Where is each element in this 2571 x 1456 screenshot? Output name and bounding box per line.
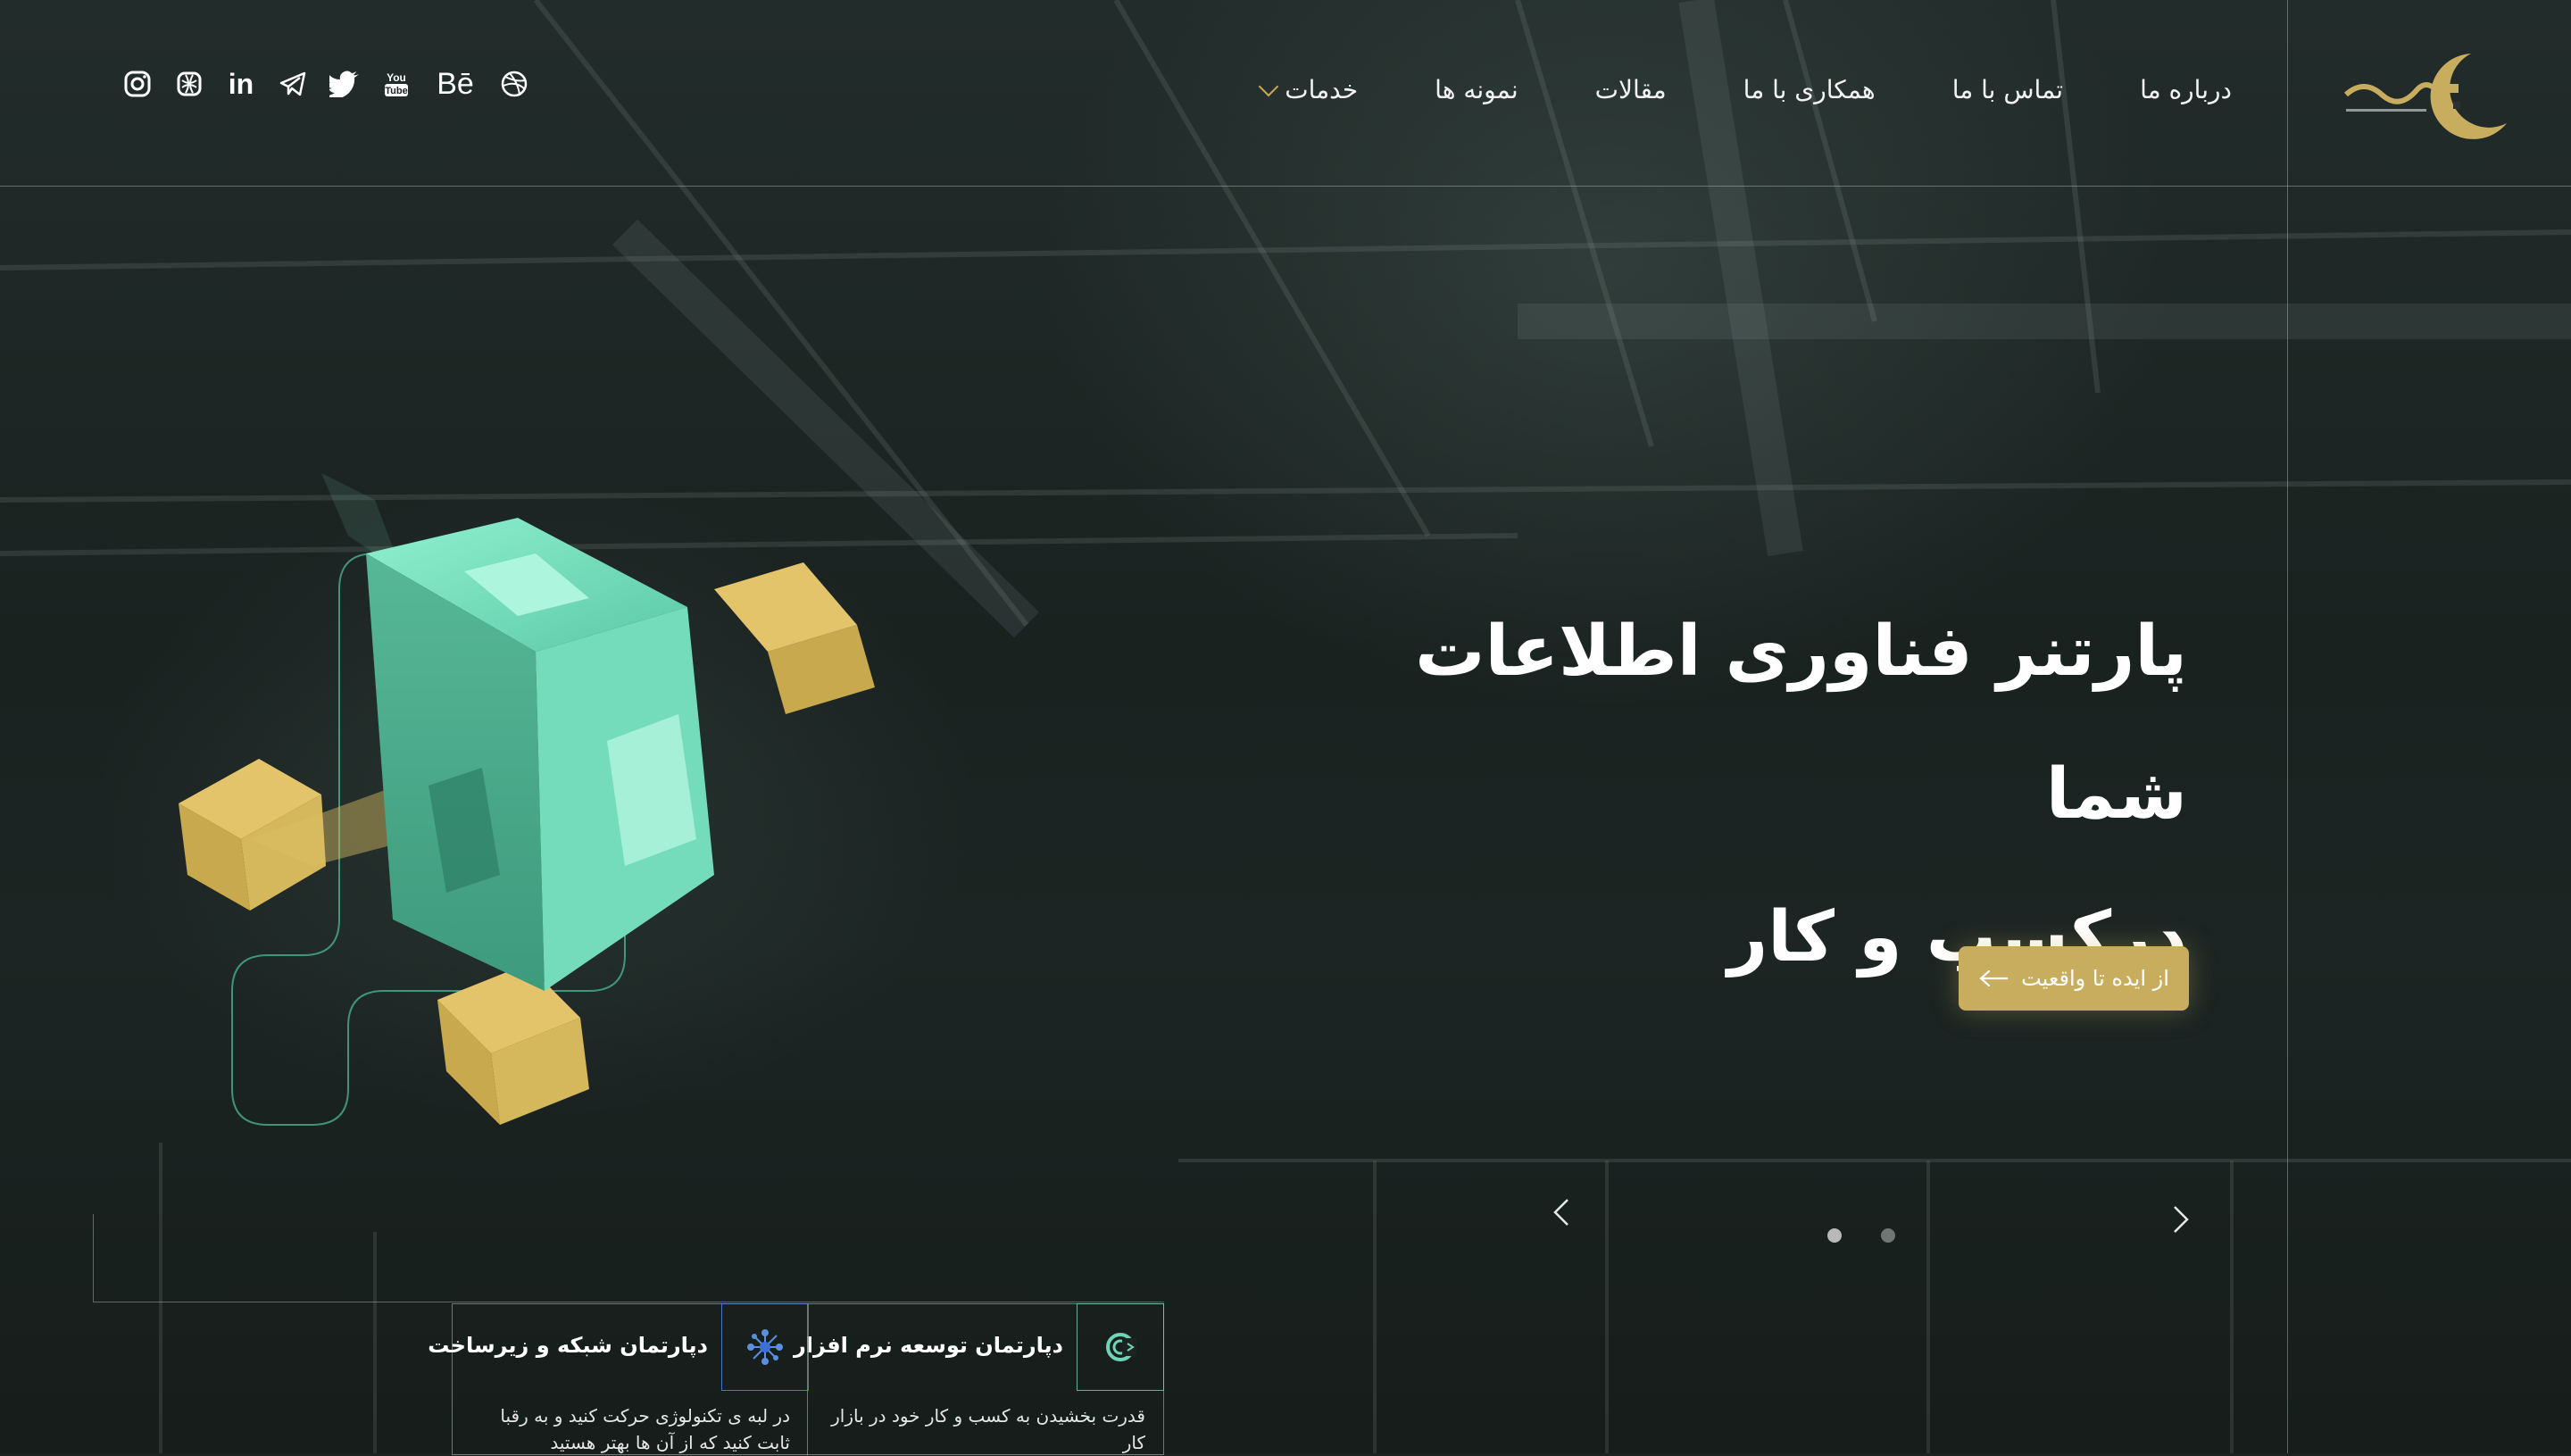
department-description: در لبه ی تکنولوژی حرکت کنید و به رقبا ثا…: [500, 1405, 790, 1453]
hero-title-line-1: پارتنر فناوری اطلاعات شما: [1415, 612, 2187, 835]
hero-title: پارتنر فناوری اطلاعات شما درکسب و کار: [1294, 580, 2187, 1009]
dribbble-icon[interactable]: [498, 68, 530, 100]
globe-icon[interactable]: [173, 68, 205, 100]
department-card-software[interactable]: دپارتمان توسعه نرم افزار قدرت بخشیدن به …: [794, 1303, 1164, 1455]
main-nav: خدمات نمونه ها مقالات همکاری با ما تماس …: [1258, 75, 2232, 104]
slider-dot-2[interactable]: [1881, 1228, 1895, 1243]
slider-prev-chevron-icon[interactable]: [1546, 1196, 1578, 1228]
cta-button[interactable]: از ایده تا واقعیت: [1959, 946, 2189, 1011]
svg-text:Tube: Tube: [385, 86, 407, 96]
social-links: in You Tube Bē: [121, 67, 530, 101]
chevron-down-icon: [1258, 76, 1279, 96]
vertical-divider: [2287, 0, 2288, 1453]
nav-item-careers[interactable]: همکاری با ما: [1743, 75, 1876, 104]
slider-dot-1[interactable]: [1827, 1228, 1842, 1243]
slider-next-chevron-icon[interactable]: [2164, 1203, 2196, 1236]
youtube-icon[interactable]: You Tube: [380, 68, 412, 100]
nav-item-contact[interactable]: تماس با ما: [1952, 75, 2063, 104]
hero-cube-illustration: [179, 473, 875, 1126]
header-divider: [0, 186, 2571, 187]
department-title: دپارتمان توسعه نرم افزار: [793, 1333, 1063, 1358]
site-header: خدمات نمونه ها مقالات همکاری با ما تماس …: [0, 0, 2571, 186]
arrow-left-icon: [1979, 969, 2009, 987]
nav-item-articles[interactable]: مقالات: [1595, 75, 1667, 104]
behance-icon[interactable]: Bē: [432, 67, 478, 101]
twitter-icon[interactable]: [329, 68, 361, 100]
network-icon: [721, 1303, 809, 1391]
crescent-logo-icon[interactable]: [2337, 45, 2525, 143]
nav-item-services[interactable]: خدمات: [1258, 75, 1358, 104]
department-title: دپارتمان شبکه و زیرساخت: [428, 1333, 708, 1358]
department-card-network[interactable]: دپارتمان شبکه و زیرساخت در لبه ی تکنولوژ…: [428, 1303, 809, 1455]
department-description: قدرت بخشیدن به کسب و کار خود در بازار کا…: [831, 1405, 1145, 1453]
nav-item-about[interactable]: درباره ما: [2140, 75, 2232, 104]
svg-text:You: You: [387, 71, 406, 84]
telegram-icon[interactable]: [277, 68, 309, 100]
nav-item-portfolio[interactable]: نمونه ها: [1435, 75, 1518, 104]
instagram-icon[interactable]: [121, 68, 154, 100]
bottom-left-tick: [93, 1214, 94, 1302]
linkedin-icon[interactable]: in: [225, 68, 257, 100]
software-icon: [1077, 1303, 1164, 1391]
